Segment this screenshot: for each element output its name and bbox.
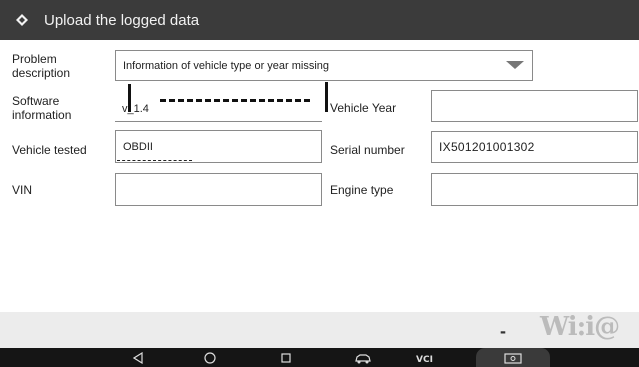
vehicle-tested-value: OBDII xyxy=(123,140,153,153)
vehicle-year-input[interactable] xyxy=(431,90,638,122)
circle-home-icon xyxy=(204,351,216,364)
chevron-down-icon xyxy=(506,61,524,69)
svg-text:VCI: VCI xyxy=(416,355,433,364)
engine-type-input[interactable] xyxy=(431,173,638,206)
back-button[interactable] xyxy=(0,0,44,40)
nav-screenshot-button[interactable] xyxy=(476,348,550,367)
software-information-field[interactable]: v_1.4 xyxy=(115,89,322,122)
selection-dash xyxy=(160,99,310,102)
title-bar: Upload the logged data xyxy=(0,0,639,40)
software-information-value: v_1.4 xyxy=(122,103,149,115)
vin-input[interactable] xyxy=(115,173,322,206)
vehicle-year-label: Vehicle Year xyxy=(330,101,397,115)
nav-back-button[interactable] xyxy=(118,348,158,367)
vci-icon: VCI xyxy=(416,355,433,364)
software-information-label: Software information xyxy=(12,94,72,122)
serial-number-value: IX501201001302 xyxy=(439,140,535,154)
nav-home-button[interactable] xyxy=(190,348,230,367)
back-diamond-icon xyxy=(16,14,28,26)
engine-type-label: Engine type xyxy=(330,183,394,197)
screenshot-icon xyxy=(504,352,522,364)
problem-description-value: Information of vehicle type or year miss… xyxy=(123,59,330,72)
vehicle-tested-field[interactable]: OBDII xyxy=(115,130,322,163)
action-strip: - Wi:i@ xyxy=(0,312,639,348)
page-title: Upload the logged data xyxy=(44,11,200,29)
send-button[interactable]: - xyxy=(500,321,506,342)
text-cursor-left xyxy=(128,84,131,112)
watermark-logo: Wi:i@ xyxy=(540,312,620,342)
triangle-back-icon xyxy=(133,351,143,364)
nav-vci-button[interactable]: VCI xyxy=(405,348,445,367)
nav-recents-button[interactable] xyxy=(266,348,306,367)
nav-car-button[interactable] xyxy=(343,348,383,367)
car-icon xyxy=(355,353,371,363)
text-cursor-right xyxy=(325,82,328,112)
vehicle-tested-label: Vehicle tested xyxy=(12,143,87,157)
problem-description-label: Problem description xyxy=(12,52,71,80)
dotted-underline xyxy=(117,160,192,161)
serial-number-field[interactable]: IX501201001302 xyxy=(431,131,638,163)
square-recents-icon xyxy=(281,352,291,363)
system-nav-bar: VCI xyxy=(0,348,639,367)
vin-label: VIN xyxy=(12,183,33,197)
problem-description-dropdown[interactable]: Information of vehicle type or year miss… xyxy=(115,50,533,81)
serial-number-label: Serial number xyxy=(330,143,405,157)
